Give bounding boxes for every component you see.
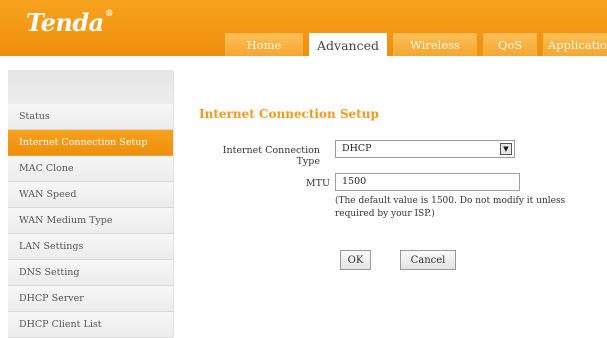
sidebar-item-dns-setting[interactable]: DNS Setting: [8, 260, 173, 286]
mtu-hint: (The default value is 1500. Do not modif…: [335, 196, 566, 219]
mtu-input[interactable]: 1500: [335, 173, 520, 191]
sidebar-item-wan-speed[interactable]: WAN Speed: [8, 182, 173, 208]
sidebar-item-internet-connection-setup[interactable]: Internet Connection Setup: [8, 130, 173, 156]
connection-type-value: DHCP: [342, 143, 372, 154]
sidebar-item-dhcp-server[interactable]: DHCP Server: [8, 286, 173, 312]
connection-type-select[interactable]: DHCP ▼: [335, 140, 515, 158]
mtu-label: MTU: [305, 178, 330, 189]
dropdown-arrow-icon[interactable]: ▼: [500, 143, 512, 155]
tab-qos[interactable]: QoS: [483, 33, 537, 56]
tenda-logo: Tenda®: [26, 8, 114, 37]
tab-applications[interactable]: Applications: [543, 33, 607, 56]
logo-text: Tenda: [26, 8, 104, 37]
sub-bar: [0, 56, 607, 70]
sidebar: Status Internet Connection Setup MAC Clo…: [8, 70, 174, 338]
registered-mark: ®: [104, 9, 114, 19]
sidebar-item-dhcp-client-list[interactable]: DHCP Client List: [8, 312, 173, 338]
sidebar-item-mac-clone[interactable]: MAC Clone: [8, 156, 173, 182]
tab-home[interactable]: Home: [225, 33, 303, 56]
top-tabs: Home Advanced Wireless QoS Applications: [225, 33, 607, 57]
cancel-button[interactable]: Cancel: [400, 250, 456, 270]
sidebar-item-status[interactable]: Status: [8, 104, 173, 130]
sidebar-item-lan-settings[interactable]: LAN Settings: [8, 234, 173, 260]
page-title: Internet Connection Setup: [199, 107, 379, 121]
tab-advanced[interactable]: Advanced: [309, 33, 387, 57]
sidebar-item-wan-medium-type[interactable]: WAN Medium Type: [8, 208, 173, 234]
header: Tenda® Home Advanced Wireless QoS Applic…: [0, 0, 607, 57]
main-content: Internet Connection Setup Internet Conne…: [175, 70, 607, 338]
connection-type-label: Internet Connection Type: [222, 145, 320, 167]
ok-button[interactable]: OK: [340, 250, 371, 270]
tab-wireless[interactable]: Wireless: [393, 33, 477, 56]
